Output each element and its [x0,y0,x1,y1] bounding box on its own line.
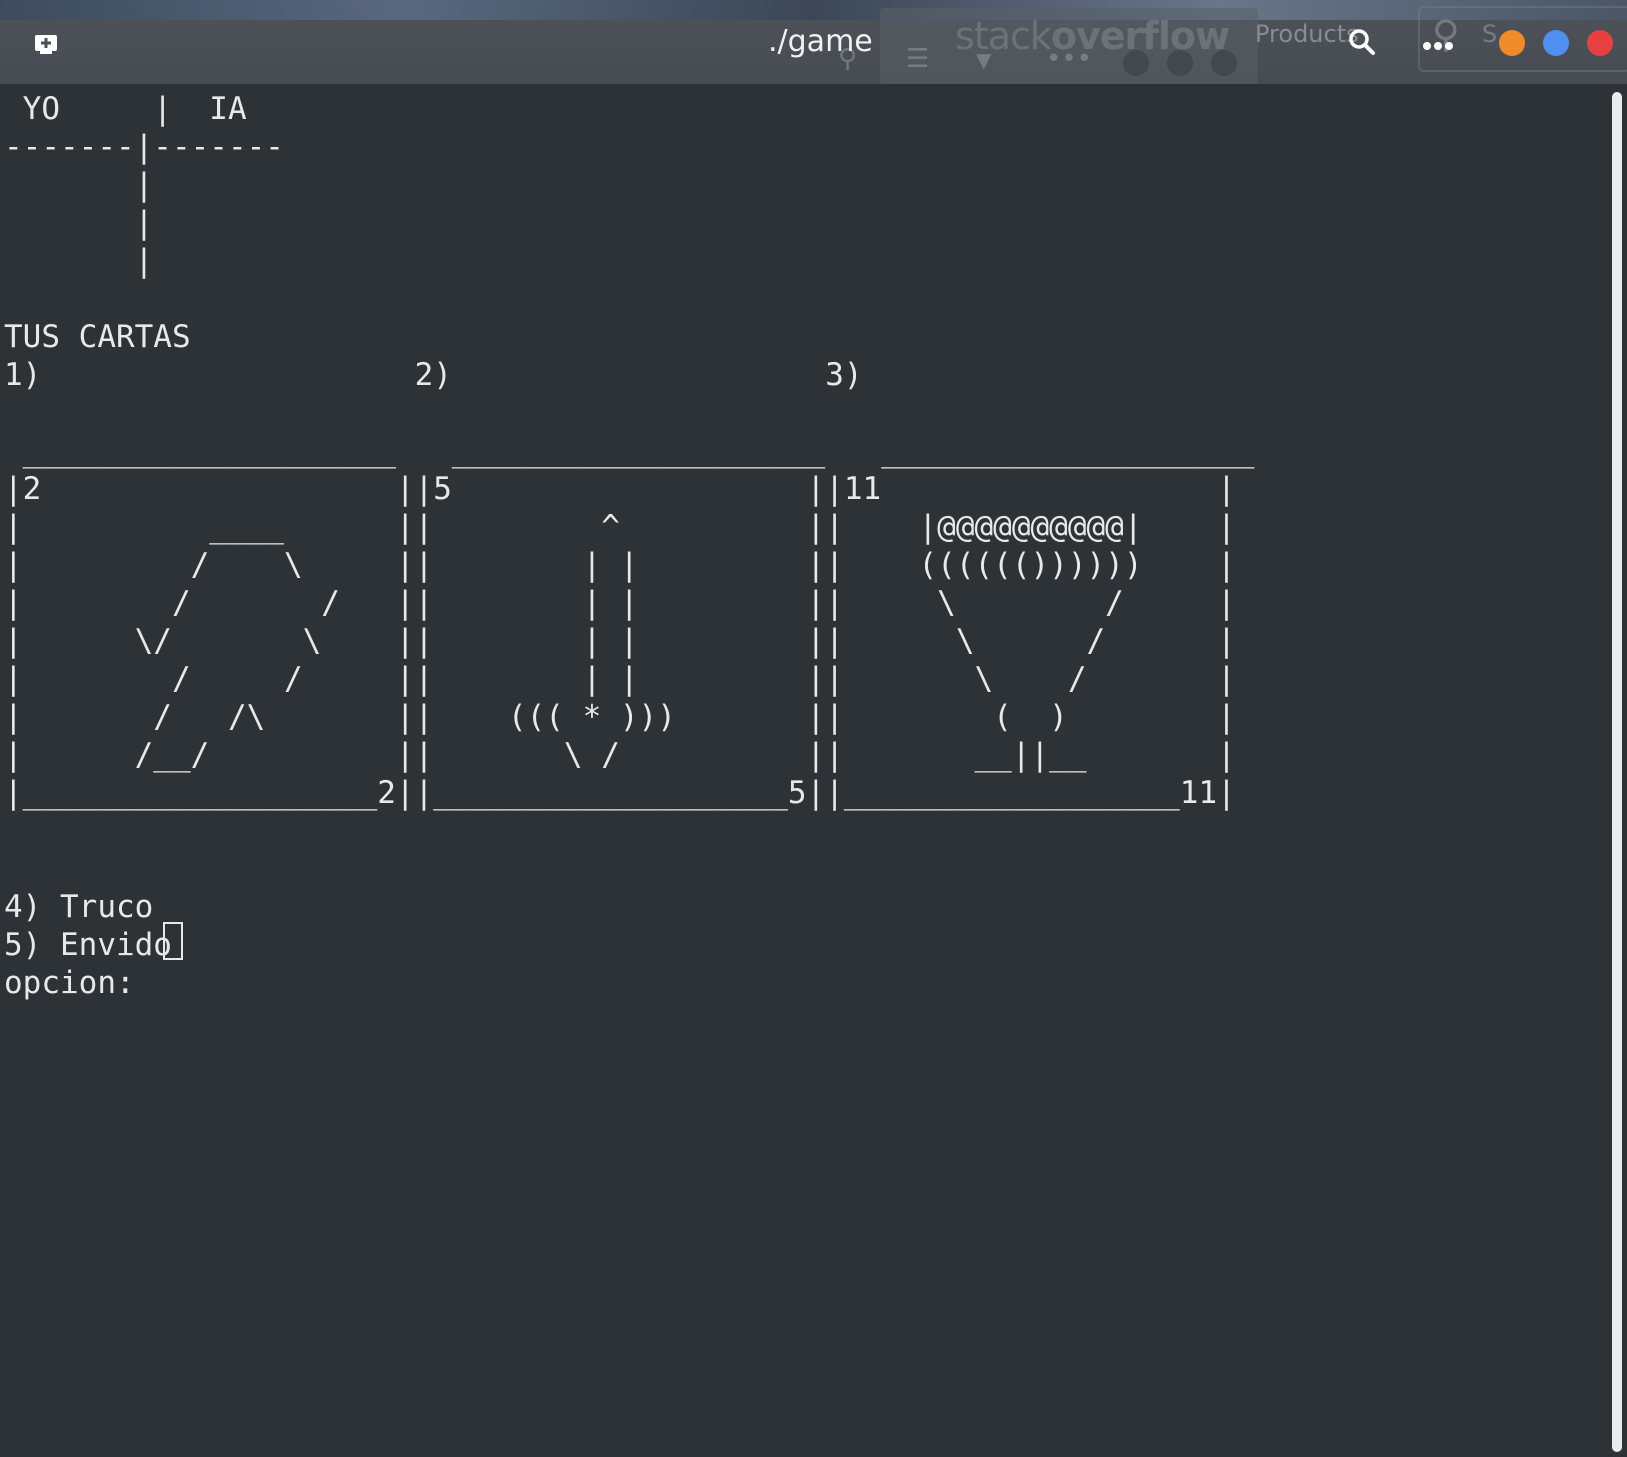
terminal-line: opcion: [4,965,154,1001]
background-dot-icon [1211,50,1237,76]
terminal-line: -------|------- [4,129,284,165]
terminal-line: | [4,205,154,241]
terminal-line: | / /\ || ((( * ))) || ( ) | [4,699,1236,735]
menu-dots-icon[interactable] [1422,38,1454,50]
terminal-line: |2 ||5 ||11 | [4,471,1236,507]
terminal-line: | ____ || ^ || |@@@@@@@@@@| | [4,509,1236,545]
terminal-cursor [163,922,183,960]
background-dropdown-icon: ▼ [976,48,992,72]
terminal-line: | / / || | | || \ / | [4,661,1236,697]
terminal-output: YO | IA -------|------- | | | TUS CARTAS… [4,90,1254,1002]
minimize-button[interactable] [1499,30,1525,56]
terminal-line: 4) Truco [4,889,154,925]
terminal-line: | / / || | | || \ / | [4,585,1236,621]
terminal-line: ____________________ ___________________… [4,433,1255,469]
terminal-line: | / \ || | | || (((((()))))) | [4,547,1236,583]
terminal-line: | [4,243,154,279]
background-more-icon: ••• [1046,44,1093,74]
new-tab-icon[interactable] [34,32,58,54]
search-icon[interactable] [1348,28,1376,56]
terminal-line: 5) Envido [4,927,172,963]
terminal-line: |___________________2||_________________… [4,775,1236,811]
background-stackoverflow-logo: stackoverflow [955,14,1230,58]
terminal-line: YO | IA [4,91,247,127]
background-products-label: Products [1255,20,1359,48]
background-dot-icon [1123,50,1149,76]
terminal-line: 1) 2) 3) [4,357,863,393]
background-dot-icon [1167,50,1193,76]
scrollbar-thumb[interactable] [1612,92,1622,1452]
background-search-label: S [1482,20,1498,48]
terminal-line: | [4,167,154,203]
terminal-line: | \/ \ || | | || \ / | [4,623,1236,659]
window-title: ./game [768,24,873,59]
terminal-window: stackoverflow ⚲ ☰ ▼ ••• Products ⚲ S ./g… [0,0,1627,1457]
terminal-area[interactable]: YO | IA -------|------- | | | TUS CARTAS… [0,84,1610,1457]
maximize-button[interactable] [1543,30,1569,56]
desktop-background-strip [0,0,1627,20]
terminal-line: | /__/ || \ / || __||__ | [4,737,1236,773]
terminal-line: TUS CARTAS [4,319,191,355]
title-bar: stackoverflow ⚲ ☰ ▼ ••• Products ⚲ S ./g… [0,0,1627,84]
close-button[interactable] [1587,30,1613,56]
background-list-icon: ☰ [906,44,930,74]
